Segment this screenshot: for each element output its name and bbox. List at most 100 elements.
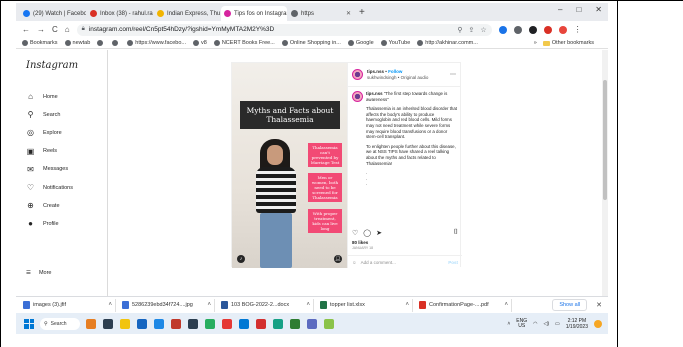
browser-tab[interactable]: Inbox (38) - rahul.rahimus0...✕ xyxy=(87,6,153,21)
browser-tab[interactable]: https ✕ xyxy=(288,6,354,21)
audio-label[interactable]: sukhwindsingh • Original audio xyxy=(367,75,428,81)
home-icon[interactable]: ⌂ xyxy=(65,25,70,34)
browser-tab[interactable]: Tips fos on Instagram: "Th...✕ xyxy=(221,6,287,21)
scrollbar-thumb[interactable] xyxy=(603,80,607,200)
battery-icon[interactable]: ▭ xyxy=(555,321,560,327)
emoji-icon[interactable]: ☺ xyxy=(352,260,357,265)
reel-video[interactable]: Myths and Facts about Thalassemia Thalas… xyxy=(232,63,347,268)
share-icon[interactable]: ➤ xyxy=(376,229,382,237)
avatar[interactable] xyxy=(351,69,363,80)
taskbar-app-icon[interactable] xyxy=(188,318,198,329)
taskbar-app-icon[interactable] xyxy=(307,318,317,329)
nav-item-notifications[interactable]: ♡ Notifications xyxy=(26,183,73,192)
clock[interactable]: 2:12 PM 1/19/2023 xyxy=(566,318,588,330)
back-icon[interactable]: ← xyxy=(22,25,30,34)
windows-start-icon[interactable] xyxy=(24,318,34,329)
bookmark-item[interactable]: NCERT Books Free... xyxy=(213,40,275,46)
maximize-button[interactable]: □ xyxy=(576,5,581,14)
nav-item-create[interactable]: ⊕ Create xyxy=(26,201,59,210)
url-bar[interactable]: 🔒︎ instagram.com/reel/Cn5pt54hDzy/?igshi… xyxy=(76,23,492,36)
download-item[interactable]: ConfirmationPage-....pdf ˄ xyxy=(416,298,512,312)
bookmark-item[interactable]: Google xyxy=(347,40,374,46)
chevron-up-icon[interactable]: ˄ xyxy=(504,302,508,308)
extension-icon[interactable] xyxy=(528,25,537,34)
browser-tab[interactable]: Indian Express, Thu, 19 Jan...✕ xyxy=(154,6,220,21)
more-options-icon[interactable]: ⋯ xyxy=(450,71,456,78)
download-item[interactable]: topper list.xlsx ˄ xyxy=(317,298,413,312)
tab-close-icon[interactable]: ✕ xyxy=(346,10,351,17)
zoom-icon[interactable]: ⚲ xyxy=(457,26,462,34)
other-bookmarks[interactable]: Other bookmarks xyxy=(542,40,594,46)
new-tab-button[interactable]: + xyxy=(359,5,365,21)
language-indicator[interactable]: ENG US xyxy=(516,318,527,329)
follow-button[interactable]: Follow xyxy=(388,69,402,74)
taskbar-app-icon[interactable] xyxy=(290,318,300,329)
comment-input[interactable]: Add a comment... xyxy=(361,260,396,265)
bookmark-item[interactable]: https://www.facebo... xyxy=(127,40,186,46)
show-all-button[interactable]: Show all xyxy=(552,299,588,311)
chevron-icon[interactable]: » xyxy=(534,40,537,46)
extension-icon[interactable] xyxy=(513,25,522,34)
download-item[interactable]: 103 BOG-2022-2...docx ˄ xyxy=(218,298,314,312)
chevron-up-icon[interactable]: ˄ xyxy=(507,321,510,327)
taskbar-app-icon[interactable] xyxy=(137,318,147,329)
bookmark-item[interactable] xyxy=(97,40,105,46)
nav-item-reels[interactable]: ▣ Reels xyxy=(26,147,57,156)
notification-icon[interactable] xyxy=(594,319,602,328)
taskbar-app-icon[interactable] xyxy=(171,318,181,329)
post-comment-button[interactable]: Post xyxy=(448,260,458,265)
taskbar-app-icon[interactable] xyxy=(273,318,283,329)
nav-item-profile[interactable]: ● Profile xyxy=(26,219,59,228)
share-icon[interactable]: ⇪ xyxy=(468,26,474,34)
likes-count[interactable]: 80 likes xyxy=(352,240,368,245)
download-item[interactable]: 5286239ebd34f724....jpg ˄ xyxy=(119,298,215,312)
taskbar-app-icon[interactable] xyxy=(205,318,215,329)
download-item[interactable]: images (3).jfif ˄ xyxy=(20,298,116,312)
forward-icon[interactable]: → xyxy=(37,25,45,34)
bookmark-item[interactable]: YouTube xyxy=(380,40,410,46)
bookmark-item[interactable] xyxy=(112,40,120,46)
nav-item-search[interactable]: ⚲ Search xyxy=(26,110,61,119)
chevron-up-icon[interactable]: ˄ xyxy=(108,302,112,308)
avatar[interactable] xyxy=(351,91,363,102)
bookmark-item[interactable]: Online Shopping in... xyxy=(281,40,341,46)
chevron-up-icon[interactable]: ˄ xyxy=(405,302,409,308)
bookmark-item[interactable]: http://akhinar.comm... xyxy=(417,40,478,46)
bookmark-item[interactable]: newtab xyxy=(64,40,90,46)
volume-icon[interactable]: ◁) xyxy=(544,321,550,327)
more-button[interactable]: ☰ More xyxy=(26,270,51,276)
close-icon[interactable]: ✕ xyxy=(596,301,602,309)
nav-item-explore[interactable]: ◎ Explore xyxy=(26,128,62,137)
instagram-logo[interactable]: Instagram xyxy=(26,60,78,71)
username[interactable]: tips.nss xyxy=(367,69,384,74)
browser-tab[interactable]: (29) Watch | Facebook✕ xyxy=(20,6,86,21)
bookmark-icon[interactable]: ⌷ xyxy=(454,229,458,237)
taskbar-app-icon[interactable] xyxy=(154,318,164,329)
heart-icon[interactable]: ♡ xyxy=(352,229,358,237)
taskbar-app-icon[interactable] xyxy=(324,318,334,329)
nav-item-home[interactable]: ⌂ Home xyxy=(26,92,58,101)
minimize-button[interactable]: – xyxy=(558,5,562,14)
taskbar-app-icon[interactable] xyxy=(222,318,232,329)
taskbar-app-icon[interactable] xyxy=(86,318,96,329)
taskbar-app-icon[interactable] xyxy=(256,318,266,329)
tag-icon[interactable]: 👤︎ xyxy=(333,255,342,263)
taskbar-search[interactable]: ⚲ Search xyxy=(40,317,80,330)
profile-avatar[interactable] xyxy=(558,25,567,34)
extension-icon[interactable] xyxy=(498,25,507,34)
chevron-up-icon[interactable]: ˄ xyxy=(207,302,211,308)
extension-icon[interactable] xyxy=(543,25,552,34)
wifi-icon[interactable]: ◠ xyxy=(533,321,537,327)
scrollbar[interactable] xyxy=(602,50,608,296)
taskbar-app-icon[interactable] xyxy=(239,318,249,329)
bookmark-item[interactable]: Bookmarks xyxy=(22,40,58,46)
comment-icon[interactable]: ◯ xyxy=(363,229,371,237)
taskbar-app-icon[interactable] xyxy=(120,318,130,329)
mute-icon[interactable]: ♪ xyxy=(237,255,245,263)
menu-icon[interactable]: ⋮ xyxy=(574,25,582,34)
bookmark-item[interactable]: v8 xyxy=(193,40,207,46)
nav-item-messages[interactable]: ✉ Messages xyxy=(26,165,68,174)
caption-username[interactable]: tips.nss xyxy=(366,91,383,96)
close-button[interactable]: ✕ xyxy=(595,5,602,14)
star-icon[interactable]: ☆ xyxy=(480,26,486,34)
